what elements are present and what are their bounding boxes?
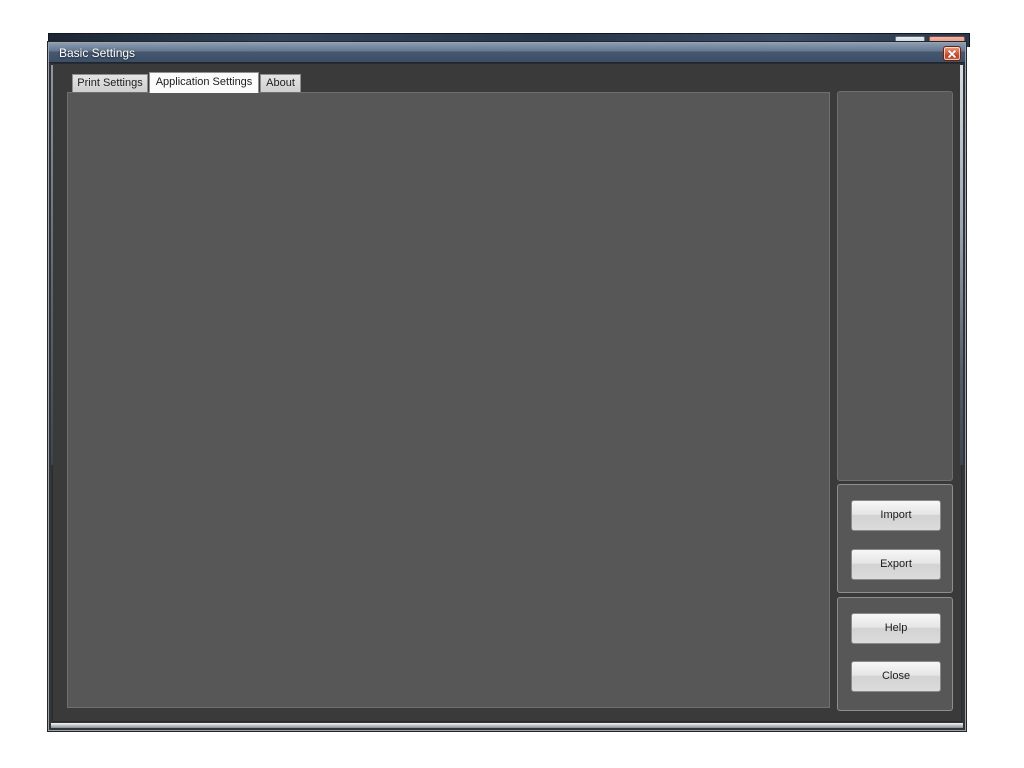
side-panel-spacer	[837, 91, 953, 481]
close-button[interactable]: Close	[851, 661, 941, 692]
help-close-panel: Help Close	[837, 597, 953, 711]
frame-edge-left	[51, 65, 53, 465]
frame-edge-bottom	[51, 723, 963, 728]
basic-settings-dialog: Basic Settings Print Settings Applicatio…	[48, 42, 966, 731]
import-button[interactable]: Import	[851, 500, 941, 531]
tab-print-settings[interactable]: Print Settings	[72, 74, 148, 92]
help-button[interactable]: Help	[851, 613, 941, 644]
frame-edge-right	[960, 65, 963, 465]
tab-application-settings[interactable]: Application Settings	[149, 72, 259, 93]
dialog-titlebar: Basic Settings	[49, 43, 965, 63]
screen: Basic Settings Print Settings Applicatio…	[0, 0, 1024, 768]
import-export-panel: Import Export	[837, 484, 953, 593]
export-button[interactable]: Export	[851, 549, 941, 580]
dialog-title: Basic Settings	[59, 43, 135, 63]
tab-about[interactable]: About	[260, 74, 301, 92]
close-icon[interactable]	[943, 46, 961, 61]
application-settings-tab-page	[67, 92, 830, 708]
x-glyph-icon	[948, 50, 956, 58]
